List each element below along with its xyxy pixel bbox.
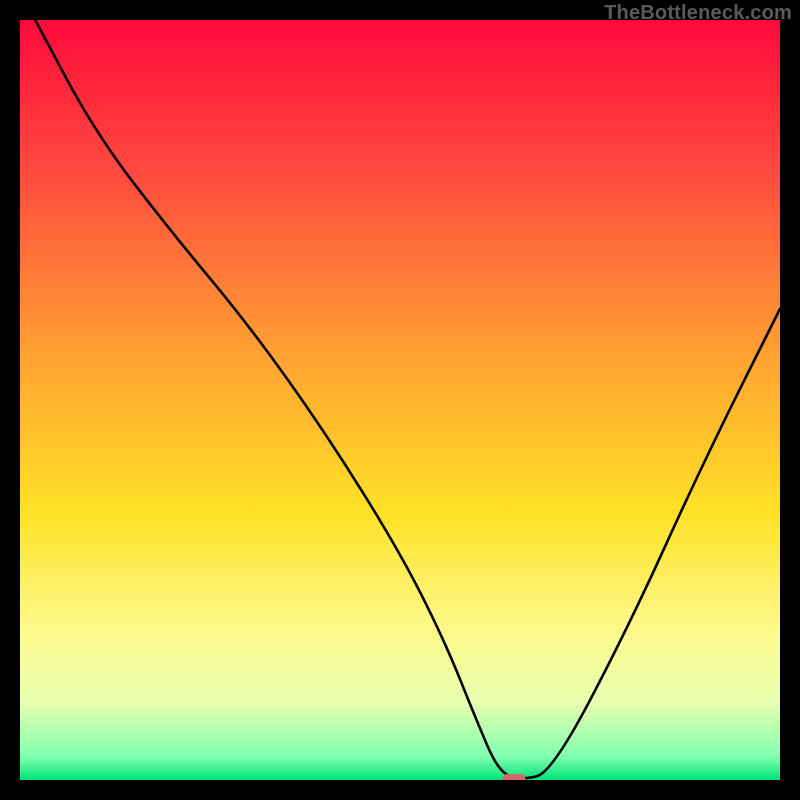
bottleneck-chart <box>0 0 800 800</box>
plot-background <box>20 20 780 780</box>
watermark-text: TheBottleneck.com <box>604 2 792 25</box>
chart-container: TheBottleneck.com <box>0 0 800 800</box>
